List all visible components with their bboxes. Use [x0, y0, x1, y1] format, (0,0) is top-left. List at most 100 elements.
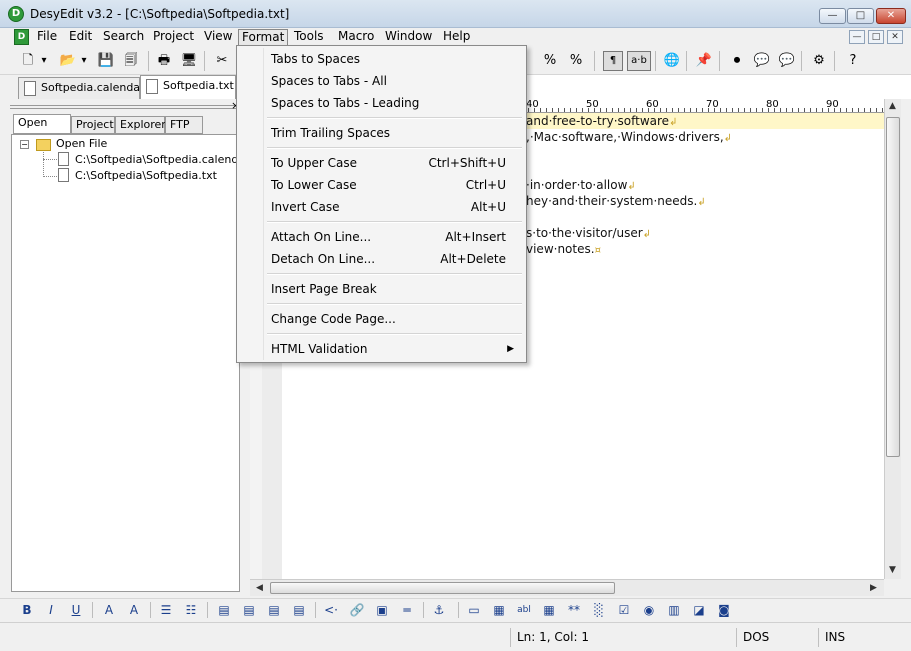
app-logo-icon[interactable]: D — [8, 6, 24, 22]
record-icon[interactable]: ⏺ — [727, 51, 747, 71]
menu-window[interactable]: Window — [382, 29, 435, 46]
menu-search[interactable]: Search — [100, 29, 147, 46]
form-icon[interactable]: ▭ — [465, 601, 483, 619]
menu-item-spaces-to-tabs-leading[interactable]: Spaces to Tabs - Leading — [239, 92, 524, 114]
menu-item-detach-on-line[interactable]: Detach On Line... Alt+Delete — [239, 248, 524, 270]
link-icon[interactable]: 🔗 — [348, 601, 366, 619]
vertical-scroll-thumb[interactable] — [886, 117, 900, 457]
menu-project[interactable]: Project — [150, 29, 197, 46]
tab-softpedia-calendar[interactable]: Softpedia.calendar — [18, 77, 145, 99]
horizontal-scrollbar[interactable]: ◀ ▶ — [250, 579, 884, 596]
menu-item-change-code-page[interactable]: Change Code Page... — [239, 308, 524, 330]
align-right-icon[interactable]: ▤ — [265, 601, 283, 619]
underline-icon[interactable]: U — [67, 601, 85, 619]
document-icon[interactable]: D — [14, 29, 29, 45]
anchor-icon[interactable]: ⚓ — [430, 601, 448, 619]
scroll-left-icon[interactable]: ◀ — [256, 583, 263, 593]
align-center-icon[interactable]: ▤ — [240, 601, 258, 619]
textfield-icon[interactable]: abl — [515, 601, 533, 619]
font-color-icon[interactable]: A — [125, 601, 143, 619]
horizontal-scroll-thumb[interactable] — [270, 582, 615, 594]
frame-icon[interactable]: ▦ — [490, 601, 508, 619]
bold-icon[interactable]: B — [18, 601, 36, 619]
save-all-icon[interactable]: 🗐 — [121, 51, 141, 71]
menu-tools[interactable]: Tools — [291, 29, 327, 46]
menu-item-html-validation[interactable]: HTML Validation ▶ — [239, 338, 524, 360]
menu-item-spaces-to-tabs-all[interactable]: Spaces to Tabs - All — [239, 70, 524, 92]
match-off-icon[interactable]: % — [566, 51, 586, 71]
pin-icon[interactable]: 📌 — [694, 51, 714, 71]
submit-icon[interactable]: ◙ — [715, 601, 733, 619]
button-icon[interactable]: ◪ — [690, 601, 708, 619]
menu-item-invert-case[interactable]: Invert Case Alt+U — [239, 196, 524, 218]
tab-ftp[interactable]: FTP — [165, 116, 203, 134]
close-button[interactable]: ✕ — [876, 8, 906, 24]
table-icon[interactable]: ▦ — [540, 601, 558, 619]
tree-item-txt[interactable]: C:\Softpedia\Softpedia.txt — [75, 169, 217, 182]
hidden-field-icon[interactable]: ░ — [590, 601, 608, 619]
menu-item-trim-trailing-spaces[interactable]: Trim Trailing Spaces — [239, 122, 524, 144]
child-close-button[interactable]: ✕ — [887, 30, 903, 44]
open-folder-icon[interactable]: 📂 — [58, 51, 78, 71]
vertical-scrollbar[interactable]: ▲ ▼ — [884, 99, 901, 579]
menu-view[interactable]: View — [201, 29, 235, 46]
tab-open-file[interactable]: Open File — [13, 114, 71, 145]
menu-help[interactable]: Help — [440, 29, 473, 46]
cut-icon[interactable]: ✂ — [212, 51, 232, 71]
listbox-icon[interactable]: ▥ — [665, 601, 683, 619]
maximize-button[interactable]: □ — [847, 8, 874, 24]
menu-item-label: Insert Page Break — [271, 282, 377, 296]
panel-grip[interactable] — [10, 105, 236, 109]
tab-explorer[interactable]: Explorer — [115, 116, 166, 134]
tree-item-calendar[interactable]: C:\Softpedia\Softpedia.calendar — [75, 153, 250, 166]
collapse-icon[interactable]: − — [20, 140, 29, 149]
show-whitespace-icon[interactable]: ¶ — [603, 51, 623, 71]
image-icon[interactable]: ▣ — [373, 601, 391, 619]
menu-item-attach-on-line[interactable]: Attach On Line... Alt+Insert — [239, 226, 524, 248]
options-icon[interactable]: ⚙ — [809, 51, 829, 71]
horizontal-rule-icon[interactable]: ═ — [398, 601, 416, 619]
radio-icon[interactable]: ◉ — [640, 601, 658, 619]
menu-format[interactable]: Format — [238, 29, 289, 46]
scroll-down-icon[interactable]: ▼ — [889, 565, 896, 575]
menu-file[interactable]: File — [34, 29, 60, 46]
scroll-up-icon[interactable]: ▲ — [889, 101, 896, 111]
print-icon[interactable]: 🖶 — [154, 51, 174, 71]
bullet-list-icon[interactable]: ☰ — [157, 601, 175, 619]
new-file-icon[interactable]: 🗋 — [18, 51, 38, 71]
menu-macro[interactable]: Macro — [335, 29, 377, 46]
italic-icon[interactable]: I — [42, 601, 60, 619]
justify-icon[interactable]: ▤ — [290, 601, 308, 619]
menu-edit[interactable]: Edit — [66, 29, 95, 46]
scroll-right-icon[interactable]: ▶ — [870, 583, 877, 593]
help-icon[interactable]: ? — [843, 51, 863, 71]
line-text: and·free-to-try·software — [526, 114, 670, 128]
tree-root[interactable]: Open File — [56, 137, 107, 150]
tab-softpedia-txt[interactable]: Softpedia.txt — [140, 75, 236, 99]
minimize-button[interactable]: — — [819, 8, 846, 24]
password-icon[interactable]: ** — [565, 601, 583, 619]
print-preview-icon[interactable]: 🖥 — [179, 51, 199, 71]
match-icon[interactable]: % — [540, 51, 560, 71]
file-tree[interactable]: − Open File C:\Softpedia\Softpedia.calen… — [11, 134, 250, 592]
menu-item-to-upper-case[interactable]: To Upper Case Ctrl+Shift+U — [239, 152, 524, 174]
menu-item-insert-page-break[interactable]: Insert Page Break — [239, 278, 524, 300]
title-bar[interactable]: D DesyEdit v3.2 - [C:\Softpedia\Softpedi… — [0, 0, 911, 28]
align-left-icon[interactable]: ▤ — [215, 601, 233, 619]
open-dropdown-icon[interactable]: ▾ — [78, 51, 90, 71]
save-icon[interactable]: 💾 — [96, 51, 116, 71]
comment-2-icon[interactable]: 💬 — [777, 51, 797, 71]
new-dropdown-icon[interactable]: ▾ — [38, 51, 50, 71]
child-restore-button[interactable]: □ — [868, 30, 884, 44]
comment-tag-icon[interactable]: <· — [322, 601, 340, 619]
menu-item-tabs-to-spaces[interactable]: Tabs to Spaces — [239, 48, 524, 70]
word-wrap-icon[interactable]: a·b — [627, 51, 651, 71]
globe-icon[interactable]: 🌐 — [662, 51, 682, 71]
font-icon[interactable]: A — [100, 601, 118, 619]
child-minimize-button[interactable]: — — [849, 30, 865, 44]
comment-icon[interactable]: 💬 — [752, 51, 772, 71]
checkbox-icon[interactable]: ☑ — [615, 601, 633, 619]
numbered-list-icon[interactable]: ☷ — [182, 601, 200, 619]
tab-project[interactable]: Project — [71, 116, 115, 134]
menu-item-to-lower-case[interactable]: To Lower Case Ctrl+U — [239, 174, 524, 196]
